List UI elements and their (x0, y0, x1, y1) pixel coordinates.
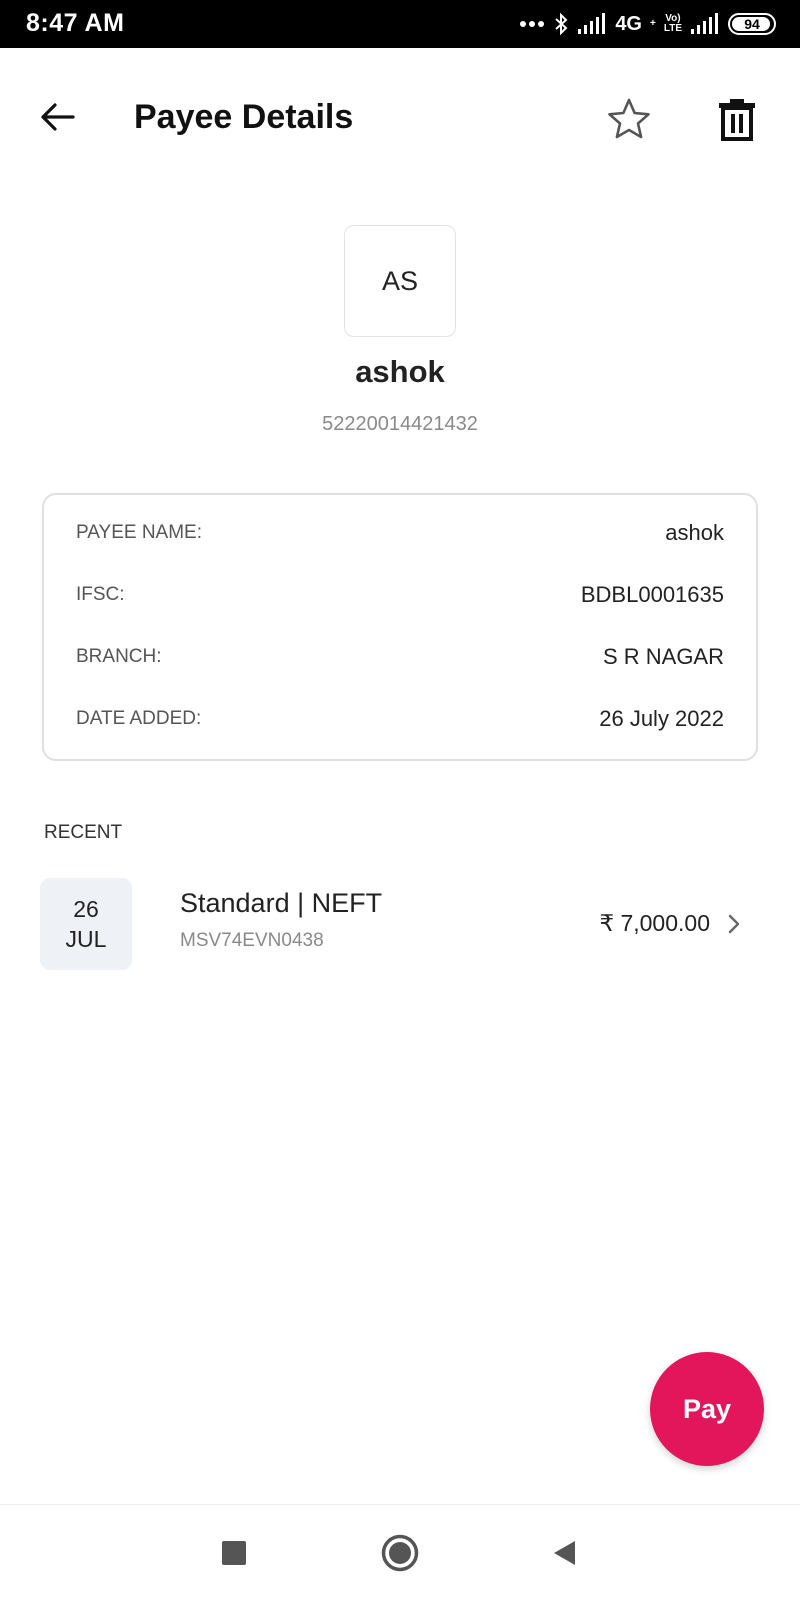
nav-recents-button[interactable] (212, 1531, 256, 1575)
recent-transaction-item[interactable]: 26 JUL Standard | NEFT MSV74EVN0438 ₹ 7,… (40, 876, 760, 970)
bluetooth-icon (553, 12, 569, 36)
status-icons: 4G + Vo) LTE 94 (519, 10, 776, 38)
avatar: AS (344, 225, 456, 337)
transaction-month: JUL (65, 926, 107, 952)
network-plus: + (650, 18, 656, 29)
detail-row-date-added: DATE ADDED: 26 July 2022 (76, 704, 724, 734)
detail-value: S R NAGAR (602, 644, 724, 669)
transaction-date-box: 26 JUL (40, 878, 132, 970)
battery-icon: 94 (728, 13, 776, 35)
signal-icon (577, 13, 607, 35)
transaction-reference: MSV74EVN0438 (180, 930, 324, 951)
status-time: 8:47 AM (26, 9, 125, 37)
system-nav-bar (0, 1504, 800, 1600)
detail-row-branch: BRANCH: S R NAGAR (76, 642, 724, 672)
volte-bottom: LTE (663, 23, 682, 34)
back-button[interactable] (30, 90, 84, 144)
circle-icon (381, 1534, 419, 1572)
triangle-left-icon (554, 1541, 575, 1565)
arrow-left-icon (41, 103, 75, 131)
detail-value: BDBL0001635 (580, 582, 724, 607)
pay-button[interactable]: Pay (650, 1352, 764, 1466)
status-bar: 8:47 AM 4G + Vo) LTE 94 (0, 0, 800, 48)
trash-icon (719, 99, 755, 141)
battery-level: 94 (744, 16, 760, 32)
detail-label: IFSC: (76, 584, 125, 605)
detail-value: ashok (665, 520, 724, 545)
transaction-title: Standard | NEFT (180, 888, 383, 918)
detail-label: PAYEE NAME: (76, 522, 202, 543)
payee-name: ashok (355, 354, 445, 389)
nav-home-button[interactable] (378, 1531, 422, 1575)
network-type: 4G (615, 12, 642, 35)
transaction-day: 26 (73, 896, 99, 922)
page-title: Payee Details (134, 98, 354, 136)
more-dots-icon (519, 20, 545, 28)
detail-label: BRANCH: (76, 646, 162, 667)
favorite-button[interactable] (600, 90, 658, 148)
recent-heading: RECENT (44, 822, 123, 843)
detail-label: DATE ADDED: (76, 708, 202, 729)
delete-button[interactable] (708, 90, 766, 148)
signal-icon-secondary (690, 13, 720, 35)
nav-back-button[interactable] (542, 1531, 586, 1575)
app-bar: Payee Details (0, 48, 800, 190)
detail-row-ifsc: IFSC: BDBL0001635 (76, 580, 724, 610)
star-outline-icon (608, 98, 650, 139)
payee-details-card: PAYEE NAME: ashok IFSC: BDBL0001635 BRAN… (42, 493, 758, 761)
chevron-right-icon (724, 912, 744, 936)
volte-indicator: Vo) LTE (664, 14, 682, 34)
square-icon (222, 1541, 246, 1565)
detail-row-payee-name: PAYEE NAME: ashok (76, 518, 724, 548)
detail-value: 26 July 2022 (599, 706, 724, 731)
transaction-amount: ₹ 7,000.00 (599, 910, 710, 936)
account-number: 52220014421432 (322, 413, 478, 435)
